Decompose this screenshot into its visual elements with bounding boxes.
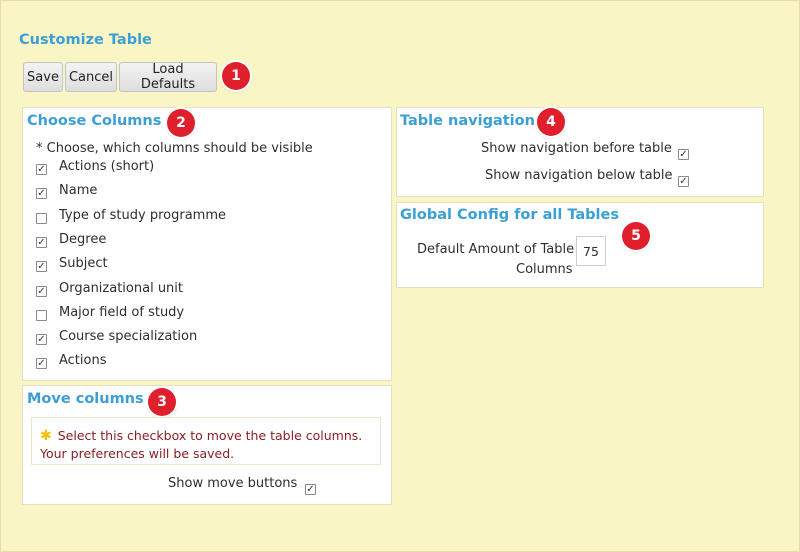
nav-below-label: Show navigation below table: [485, 168, 673, 183]
cancel-button[interactable]: Cancel: [65, 62, 117, 92]
column-label: Course specialization: [59, 329, 198, 344]
column-label: Actions: [59, 353, 107, 368]
move-columns-title: Move columns: [27, 391, 144, 407]
callout-badge-1: 1: [222, 62, 250, 90]
show-move-buttons-label: Show move buttons: [168, 476, 298, 491]
column-label: Actions (short): [59, 159, 155, 174]
amount-input[interactable]: 75: [576, 236, 606, 266]
column-label: Subject: [59, 256, 108, 271]
callout-badge-2: 2: [167, 109, 195, 137]
choose-columns-title: Choose Columns: [27, 113, 162, 129]
callout-badge-5: 5: [622, 222, 650, 250]
amount-label-line2: Columns: [516, 262, 573, 277]
note-message: Select this checkbox to move the table c…: [40, 428, 363, 461]
nav-below-checkbox[interactable]: [678, 176, 689, 187]
column-checkbox[interactable]: [36, 261, 47, 272]
move-columns-note: ✱ Select this checkbox to move the table …: [31, 417, 381, 465]
column-checkbox[interactable]: [36, 164, 47, 175]
callout-badge-4: 4: [537, 108, 565, 136]
star-icon: ✱: [40, 428, 52, 444]
amount-label-line1: Default Amount of Table: [417, 242, 575, 257]
column-label: Organizational unit: [59, 281, 184, 296]
show-move-buttons-checkbox[interactable]: [305, 484, 316, 495]
column-checkbox[interactable]: [36, 213, 47, 224]
choose-columns-hint: * Choose, which columns should be visibl…: [36, 141, 313, 156]
note-text: ✱ Select this checkbox to move the table …: [40, 427, 380, 463]
column-label: Type of study programme: [59, 208, 226, 223]
page-title: Customize Table: [19, 32, 152, 48]
column-checkbox[interactable]: [36, 286, 47, 297]
column-label: Major field of study: [59, 305, 185, 320]
nav-before-label: Show navigation before table: [481, 141, 672, 156]
global-config-title: Global Config for all Tables: [400, 207, 619, 223]
nav-before-checkbox[interactable]: [678, 149, 689, 160]
column-label: Degree: [59, 232, 107, 247]
column-label: Name: [59, 183, 98, 198]
column-checkbox[interactable]: [36, 188, 47, 199]
column-checkbox[interactable]: [36, 334, 47, 345]
save-button[interactable]: Save: [23, 62, 63, 92]
callout-badge-3: 3: [148, 388, 176, 416]
load-defaults-button[interactable]: Load Defaults: [119, 62, 217, 92]
column-checkbox[interactable]: [36, 237, 47, 248]
column-checkbox[interactable]: [36, 310, 47, 321]
column-checkbox[interactable]: [36, 358, 47, 369]
table-navigation-title: Table navigation: [400, 113, 535, 129]
